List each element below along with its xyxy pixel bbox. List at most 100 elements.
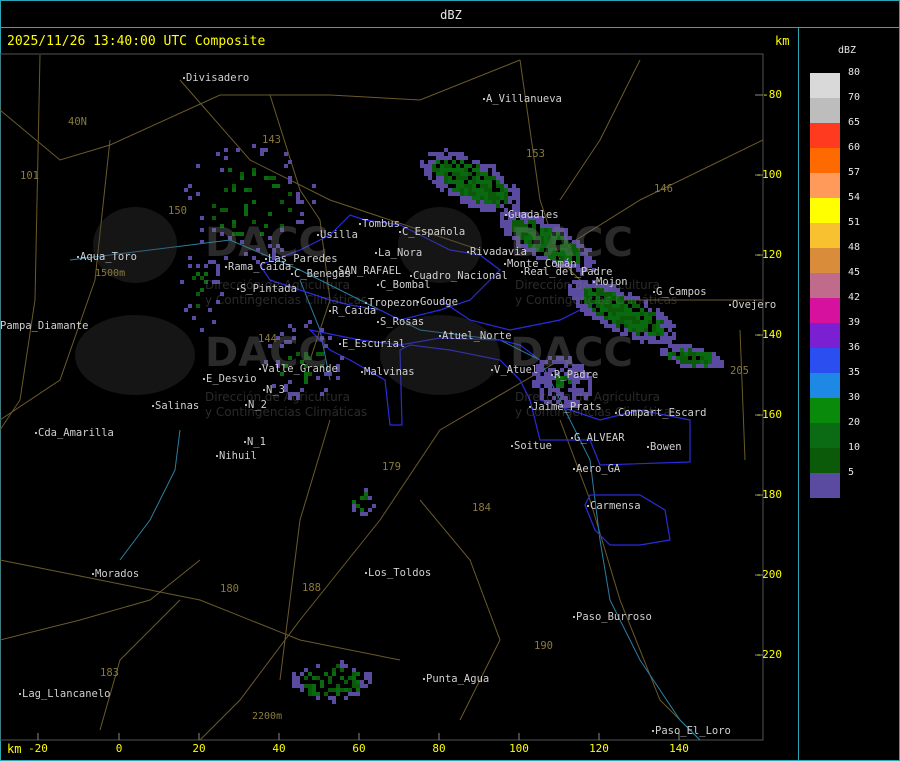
echo-cell bbox=[708, 360, 712, 364]
echo-cell bbox=[252, 172, 256, 176]
echo-cell bbox=[440, 184, 444, 188]
echo-cell bbox=[472, 188, 476, 192]
echo-cell bbox=[668, 352, 672, 356]
echo-cell bbox=[488, 184, 492, 188]
echo-cell bbox=[364, 684, 368, 688]
echo-cell bbox=[316, 664, 320, 668]
echo-cell bbox=[460, 184, 464, 188]
echo-cell bbox=[624, 316, 628, 320]
echo-cell bbox=[452, 168, 456, 172]
echo-cell bbox=[276, 184, 280, 188]
echo-cell bbox=[688, 348, 692, 352]
echo-cell bbox=[456, 180, 460, 184]
route-number: 180 bbox=[220, 583, 239, 595]
echo-cell bbox=[344, 696, 348, 700]
echo-cell bbox=[508, 200, 512, 204]
echo-cell bbox=[464, 200, 468, 204]
place-dot bbox=[225, 266, 227, 268]
echo-cell bbox=[672, 344, 676, 348]
place-label: R_Caida bbox=[332, 305, 377, 317]
echo-cell bbox=[612, 312, 616, 316]
x-tick-label: 80 bbox=[432, 742, 446, 755]
echo-cell bbox=[360, 680, 364, 684]
echo-cell bbox=[504, 228, 508, 232]
echo-cell bbox=[532, 384, 536, 388]
echo-cell bbox=[220, 168, 224, 172]
place-label: Valle_Grande bbox=[262, 363, 338, 375]
echo-cell bbox=[692, 348, 696, 352]
echo-cell bbox=[668, 324, 672, 328]
place-label: Malvinas bbox=[364, 366, 415, 378]
echo-cell bbox=[364, 488, 368, 492]
echo-cell bbox=[452, 180, 456, 184]
echo-cell bbox=[188, 304, 192, 308]
echo-cell bbox=[500, 204, 504, 208]
place-label: G_ALVEAR bbox=[574, 432, 625, 444]
place-dot bbox=[399, 231, 401, 233]
place-label: V_Atuel bbox=[494, 364, 539, 376]
echo-cell bbox=[488, 200, 492, 204]
place-dot bbox=[587, 505, 589, 507]
echo-cell bbox=[436, 152, 440, 156]
place-dot bbox=[244, 441, 246, 443]
echo-cell bbox=[492, 204, 496, 208]
place-dot bbox=[216, 455, 218, 457]
echo-cell bbox=[644, 336, 648, 340]
route-number: 150 bbox=[168, 205, 187, 217]
echo-cell bbox=[452, 192, 456, 196]
echo-cell bbox=[248, 188, 252, 192]
echo-cell bbox=[236, 148, 240, 152]
place-dot bbox=[329, 310, 331, 312]
echo-cell bbox=[584, 312, 588, 316]
echo-cell bbox=[428, 176, 432, 180]
echo-cell bbox=[600, 316, 604, 320]
echo-cell bbox=[648, 308, 652, 312]
echo-cell bbox=[348, 676, 352, 680]
echo-cell bbox=[368, 680, 372, 684]
echo-cell bbox=[604, 320, 608, 324]
place-label: SAN_RAFAEL bbox=[338, 265, 402, 277]
place-dot bbox=[410, 275, 412, 277]
x-tick-label: -20 bbox=[28, 742, 48, 755]
echo-cell bbox=[308, 688, 312, 692]
echo-cell bbox=[224, 148, 228, 152]
echo-cell bbox=[476, 200, 480, 204]
route-number: 184 bbox=[472, 502, 491, 514]
route-number: 183 bbox=[100, 667, 119, 679]
echo-cell bbox=[432, 164, 436, 168]
echo-cell bbox=[444, 156, 448, 160]
echo-cell bbox=[216, 268, 220, 272]
echo-cell bbox=[672, 336, 676, 340]
place-dot bbox=[365, 572, 367, 574]
echo-cell bbox=[500, 196, 504, 200]
echo-cell bbox=[676, 360, 680, 364]
echo-cell bbox=[372, 504, 376, 508]
echo-cell bbox=[716, 364, 720, 368]
echo-cell bbox=[200, 228, 204, 232]
echo-cell bbox=[636, 328, 640, 332]
echo-cell bbox=[484, 208, 488, 212]
echo-cell bbox=[196, 192, 200, 196]
echo-cell bbox=[328, 696, 332, 700]
echo-cell bbox=[604, 308, 608, 312]
place-dot bbox=[647, 446, 649, 448]
place-label: Guadales bbox=[508, 209, 559, 221]
place-dot bbox=[505, 214, 507, 216]
echo-cell bbox=[360, 508, 364, 512]
echo-cell bbox=[684, 360, 688, 364]
place-dot bbox=[439, 335, 441, 337]
place-dot bbox=[504, 263, 506, 265]
echo-cell bbox=[472, 168, 476, 172]
echo-cell bbox=[492, 164, 496, 168]
echo-cell bbox=[476, 188, 480, 192]
legend-title: dBZ bbox=[838, 45, 857, 56]
echo-cell bbox=[644, 320, 648, 324]
echo-cell bbox=[436, 176, 440, 180]
echo-cell bbox=[464, 164, 468, 168]
echo-cell bbox=[500, 188, 504, 192]
place-label: Bowen bbox=[650, 441, 682, 453]
echo-cell bbox=[476, 196, 480, 200]
echo-cell bbox=[684, 356, 688, 360]
echo-cell bbox=[340, 676, 344, 680]
echo-cell bbox=[652, 328, 656, 332]
